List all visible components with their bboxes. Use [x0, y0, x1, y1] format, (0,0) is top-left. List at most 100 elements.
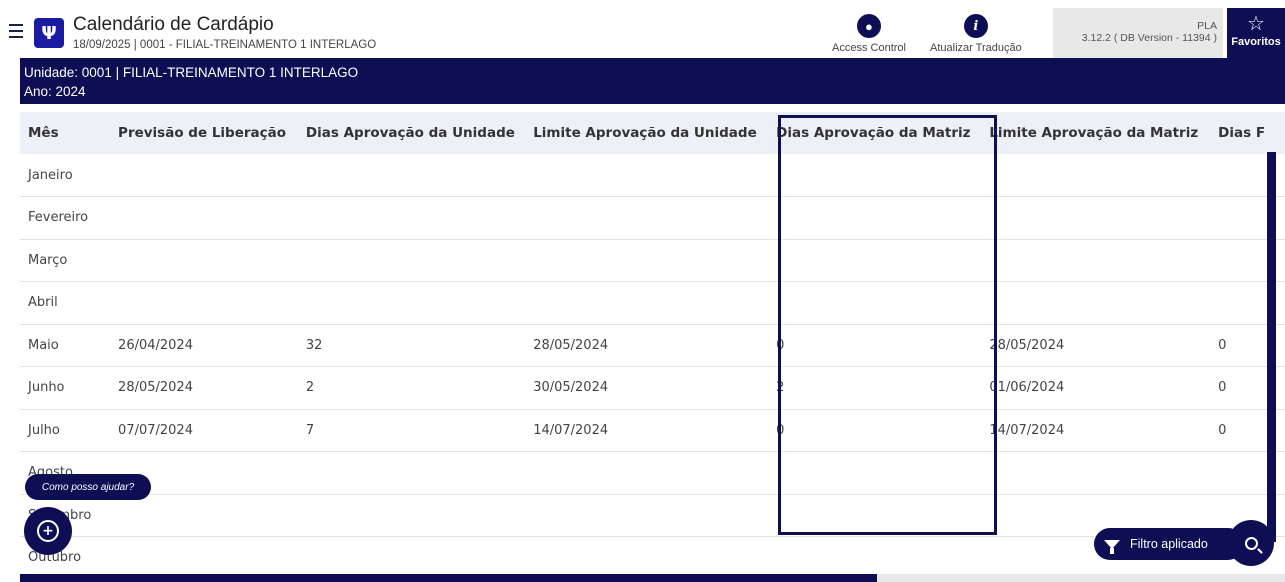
table-row[interactable]: Setembro	[20, 494, 1285, 537]
help-chat-button[interactable]: +	[24, 507, 72, 555]
table-cell	[525, 154, 769, 197]
table-cell: Maio	[20, 324, 111, 367]
table-cell: 14/07/2024	[525, 409, 769, 452]
version-text: 3.12.2 ( DB Version - 11394 )	[1081, 32, 1217, 44]
table-row[interactable]: Junho 28/05/2024 2 30/05/2024 2 01/06/2024 0	[20, 366, 1285, 410]
table-cell	[297, 154, 526, 197]
column-header-month[interactable]: Mês	[20, 112, 111, 154]
table-cell	[768, 494, 982, 537]
help-plus-icon: +	[37, 520, 59, 542]
table-cell	[768, 196, 982, 240]
unit-line: Unidade: 0001 | FILIAL-TREINAMENTO 1 INT…	[24, 65, 359, 80]
table-cell	[110, 239, 298, 282]
column-header-truncated[interactable]: Dias F	[1210, 112, 1285, 154]
table-cell	[525, 536, 769, 574]
table-cell: Janeiro	[20, 154, 111, 197]
year-line: Ano: 2024	[24, 84, 86, 99]
table-cell: 7	[297, 409, 526, 452]
table-cell: 28/05/2024	[110, 366, 298, 410]
table-row[interactable]: Março	[20, 239, 1285, 282]
info-icon: i	[963, 14, 988, 38]
star-icon: ☆	[1247, 13, 1265, 35]
table-cell	[981, 281, 1211, 325]
table-row[interactable]: Janeiro	[20, 154, 1285, 197]
favorites-button[interactable]: ☆ Favoritos	[1227, 8, 1285, 58]
table-cell: 14/07/2024	[981, 409, 1211, 452]
table-row[interactable]: Agosto	[20, 451, 1285, 495]
search-icon	[1244, 536, 1258, 550]
page-subtitle: 18/09/2025 | 0001 - FILIAL-TREINAMENTO 1…	[73, 39, 377, 51]
table-cell	[110, 154, 298, 197]
table-cell: 28/05/2024	[525, 324, 769, 367]
table-cell: 0	[768, 324, 982, 367]
table-row[interactable]: Fevereiro	[20, 196, 1285, 240]
table-cell: 2	[297, 366, 526, 410]
table-cell	[297, 536, 526, 574]
table-cell	[297, 196, 526, 240]
version-top: PLA	[1197, 20, 1217, 32]
table-cell	[297, 451, 526, 495]
update-translation-label: Atualizar Tradução	[930, 42, 1022, 54]
favorites-label: Favoritos	[1231, 36, 1281, 48]
table-cell: 28/05/2024	[981, 324, 1211, 367]
table-cell: Março	[20, 239, 111, 282]
table-cell	[981, 154, 1211, 197]
horizontal-scrollbar-thumb[interactable]	[20, 574, 877, 582]
table-cell	[981, 451, 1211, 495]
table-cell: Julho	[20, 409, 111, 452]
table-cell: 2	[768, 366, 982, 410]
top-header: Ψ Calendário de Cardápio 18/09/2025 | 00…	[0, 8, 1285, 58]
table-cell: 32	[297, 324, 526, 367]
column-header-release-forecast[interactable]: Previsão de Liberação	[110, 112, 298, 154]
calendar-table: Mês Previsão de Liberação Dias Aprovação…	[20, 112, 1285, 574]
table-cell	[110, 196, 298, 240]
table-cell: 01/06/2024	[981, 366, 1211, 410]
table-cell	[110, 281, 298, 325]
access-control-label: Access Control	[832, 42, 906, 54]
table-cell: Fevereiro	[20, 196, 111, 240]
version-info: PLA 3.12.2 ( DB Version - 11394 )	[1053, 8, 1223, 58]
table-cell	[525, 239, 769, 282]
table-cell	[297, 239, 526, 282]
table-cell	[981, 196, 1211, 240]
column-header-hq-approval-limit[interactable]: Limite Aprovação da Matriz	[981, 112, 1211, 154]
filter-applied-button[interactable]: Filtro aplicado	[1094, 528, 1244, 560]
table-cell: 0	[768, 409, 982, 452]
search-button[interactable]	[1228, 520, 1274, 566]
horizontal-scrollbar-track[interactable]	[877, 574, 1285, 582]
table-cell: 30/05/2024	[525, 366, 769, 410]
table-cell	[525, 451, 769, 495]
table-cell	[768, 239, 982, 282]
table-row[interactable]: Maio 26/04/2024 32 28/05/2024 0 28/05/2024 0	[20, 324, 1285, 367]
table-cell: 07/07/2024	[110, 409, 298, 452]
table-cell	[768, 451, 982, 495]
table-cell: 26/04/2024	[110, 324, 298, 367]
help-chat-bubble[interactable]: Como posso ajudar?	[25, 474, 151, 500]
table-cell	[768, 154, 982, 197]
table-cell	[768, 281, 982, 325]
table-header-row: Mês Previsão de Liberação Dias Aprovação…	[20, 112, 1285, 154]
funnel-icon	[1104, 539, 1120, 554]
table-cell	[297, 494, 526, 537]
table-row[interactable]: Abril	[20, 281, 1285, 325]
table-cell	[297, 281, 526, 325]
column-header-hq-approval-days[interactable]: Dias Aprovação da Matriz	[768, 112, 982, 154]
table-cell: Abril	[20, 281, 111, 325]
access-control-button[interactable]: ● Access Control	[832, 14, 906, 54]
table-cell	[525, 196, 769, 240]
table-cell	[768, 536, 982, 574]
table-cell: Junho	[20, 366, 111, 410]
table-cell	[525, 281, 769, 325]
table-row[interactable]: Julho 07/07/2024 7 14/07/2024 0 14/07/2024 0	[20, 409, 1285, 452]
table-cell	[525, 494, 769, 537]
hamburger-menu-icon[interactable]	[9, 24, 23, 40]
page-title: Calendário de Cardápio	[73, 14, 274, 35]
fork-knife-logo-icon: Ψ	[34, 18, 64, 48]
update-translation-button[interactable]: i Atualizar Tradução	[930, 14, 1022, 54]
filter-applied-label: Filtro aplicado	[1130, 537, 1208, 551]
table-cell	[981, 239, 1211, 282]
lock-icon: ●	[856, 14, 881, 38]
vertical-scrollbar[interactable]	[1267, 152, 1276, 542]
column-header-unit-approval-days[interactable]: Dias Aprovação da Unidade	[297, 112, 526, 154]
column-header-unit-approval-limit[interactable]: Limite Aprovação da Unidade	[525, 112, 769, 154]
